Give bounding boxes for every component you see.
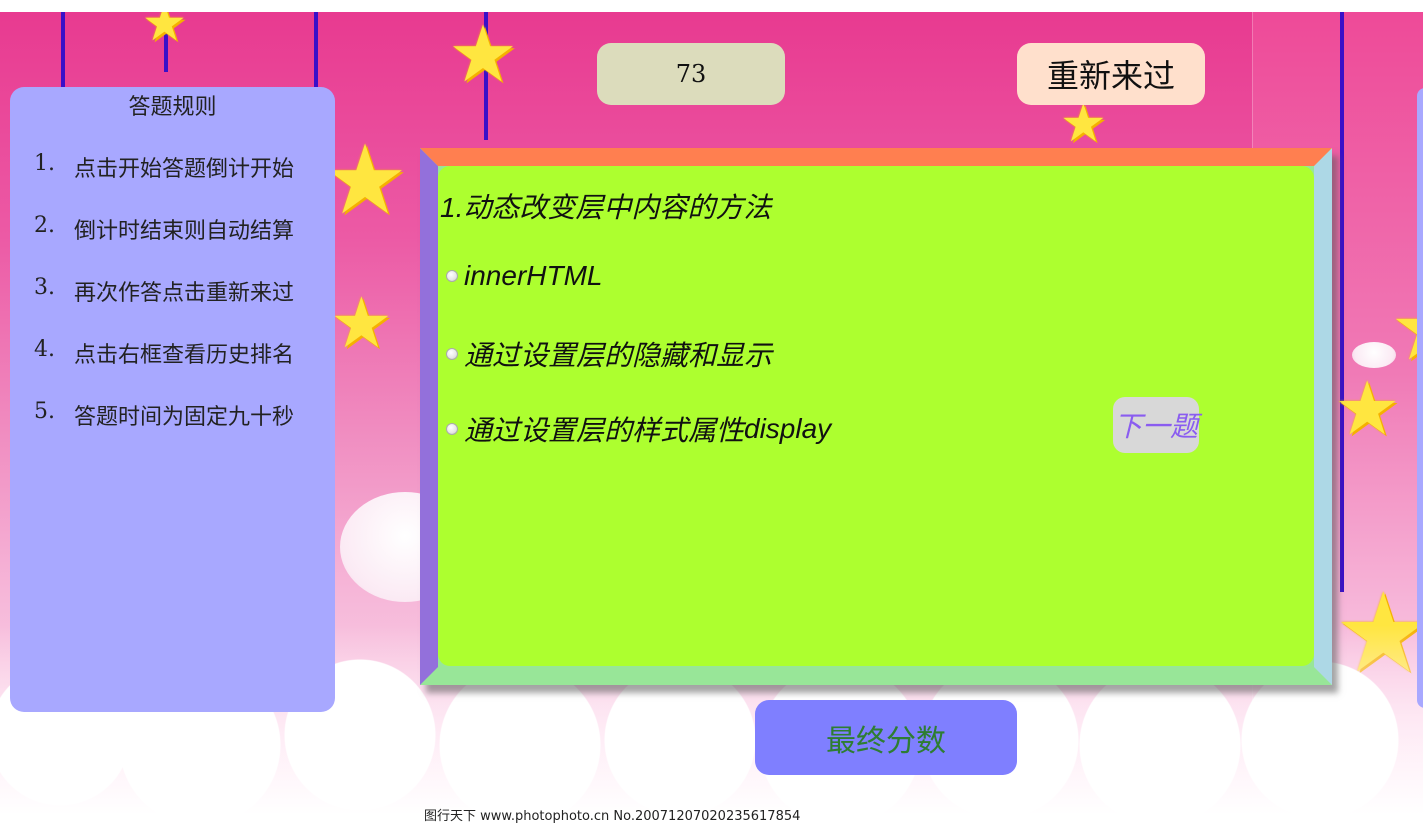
countdown-timer: 73 <box>597 43 785 105</box>
rule-number: 4. <box>34 337 55 362</box>
restart-button[interactable]: 重新来过 <box>1017 43 1205 105</box>
quiz-frame: 1.动态改变层中内容的方法 innerHTML 通过设置层的隐藏和显示 通过设置… <box>420 148 1332 685</box>
star-decoration-icon: ★ <box>330 282 393 364</box>
star-decoration-icon: ★ <box>142 12 187 52</box>
rules-list: 1. 点击开始答题倒计开始 2. 倒计时结束则自动结算 3. 再次作答点击重新来过 4… <box>34 151 294 461</box>
star-decoration-icon: ★ <box>1060 94 1107 154</box>
quiz-panel: 1.动态改变层中内容的方法 innerHTML 通过设置层的隐藏和显示 通过设置… <box>438 166 1314 666</box>
answer-option[interactable]: innerHTML <box>446 260 602 292</box>
radio-button[interactable] <box>446 348 458 360</box>
rules-title: 答题规则 <box>128 95 217 120</box>
option-label-latin: innerHTML <box>464 260 603 291</box>
rule-item: 3. 再次作答点击重新来过 <box>34 275 294 337</box>
answer-option[interactable]: 通过设置层的隐藏和显示 <box>446 334 772 374</box>
final-score-button[interactable]: 最终分数 <box>755 700 1017 775</box>
rules-panel: 答题规则 1. 点击开始答题倒计开始 2. 倒计时结束则自动结算 3. 再次作答点击重… <box>10 87 335 712</box>
answer-option[interactable]: 通过设置层的样式属性 display <box>446 409 831 449</box>
rule-text: 点击右框查看历史排名 <box>74 343 295 368</box>
cloud-decoration <box>1352 342 1396 368</box>
rule-text: 再次作答点击重新来过 <box>74 281 295 306</box>
rule-number: 1. <box>34 151 55 176</box>
rule-number: 3. <box>34 275 55 300</box>
rule-text: 答题时间为固定九十秒 <box>74 405 295 430</box>
option-label-latin: display <box>744 413 832 444</box>
question-text: 1.动态改变层中内容的方法 <box>440 186 771 226</box>
radio-button[interactable] <box>446 270 458 282</box>
hanging-string <box>314 12 318 92</box>
question-body: 动态改变层中内容的方法 <box>463 191 772 224</box>
next-question-button[interactable]: 下一题 <box>1113 397 1199 453</box>
hanging-string <box>1340 12 1344 592</box>
frame-left-bevel <box>420 148 438 685</box>
rule-item: 4. 点击右框查看历史排名 <box>34 337 294 399</box>
star-decoration-icon: ★ <box>1334 366 1401 452</box>
option-label: 通过设置层的样式属性 <box>464 414 745 447</box>
rule-item: 1. 点击开始答题倒计开始 <box>34 151 294 213</box>
rule-item: 5. 答题时间为固定九十秒 <box>34 399 294 461</box>
star-decoration-icon: ★ <box>448 12 518 100</box>
history-ranking-panel[interactable] <box>1417 88 1423 708</box>
frame-top-bevel <box>420 148 1332 166</box>
question-number: 1. <box>440 192 464 223</box>
radio-button[interactable] <box>446 423 458 435</box>
frame-right-bevel <box>1314 148 1332 685</box>
rule-text: 倒计时结束则自动结算 <box>74 219 295 244</box>
rule-item: 2. 倒计时结束则自动结算 <box>34 213 294 275</box>
rule-number: 2. <box>34 213 55 238</box>
rule-text: 点击开始答题倒计开始 <box>74 157 295 182</box>
rule-number: 5. <box>34 399 55 424</box>
timer-value: 73 <box>675 60 707 88</box>
option-label: 通过设置层的隐藏和显示 <box>464 339 773 372</box>
